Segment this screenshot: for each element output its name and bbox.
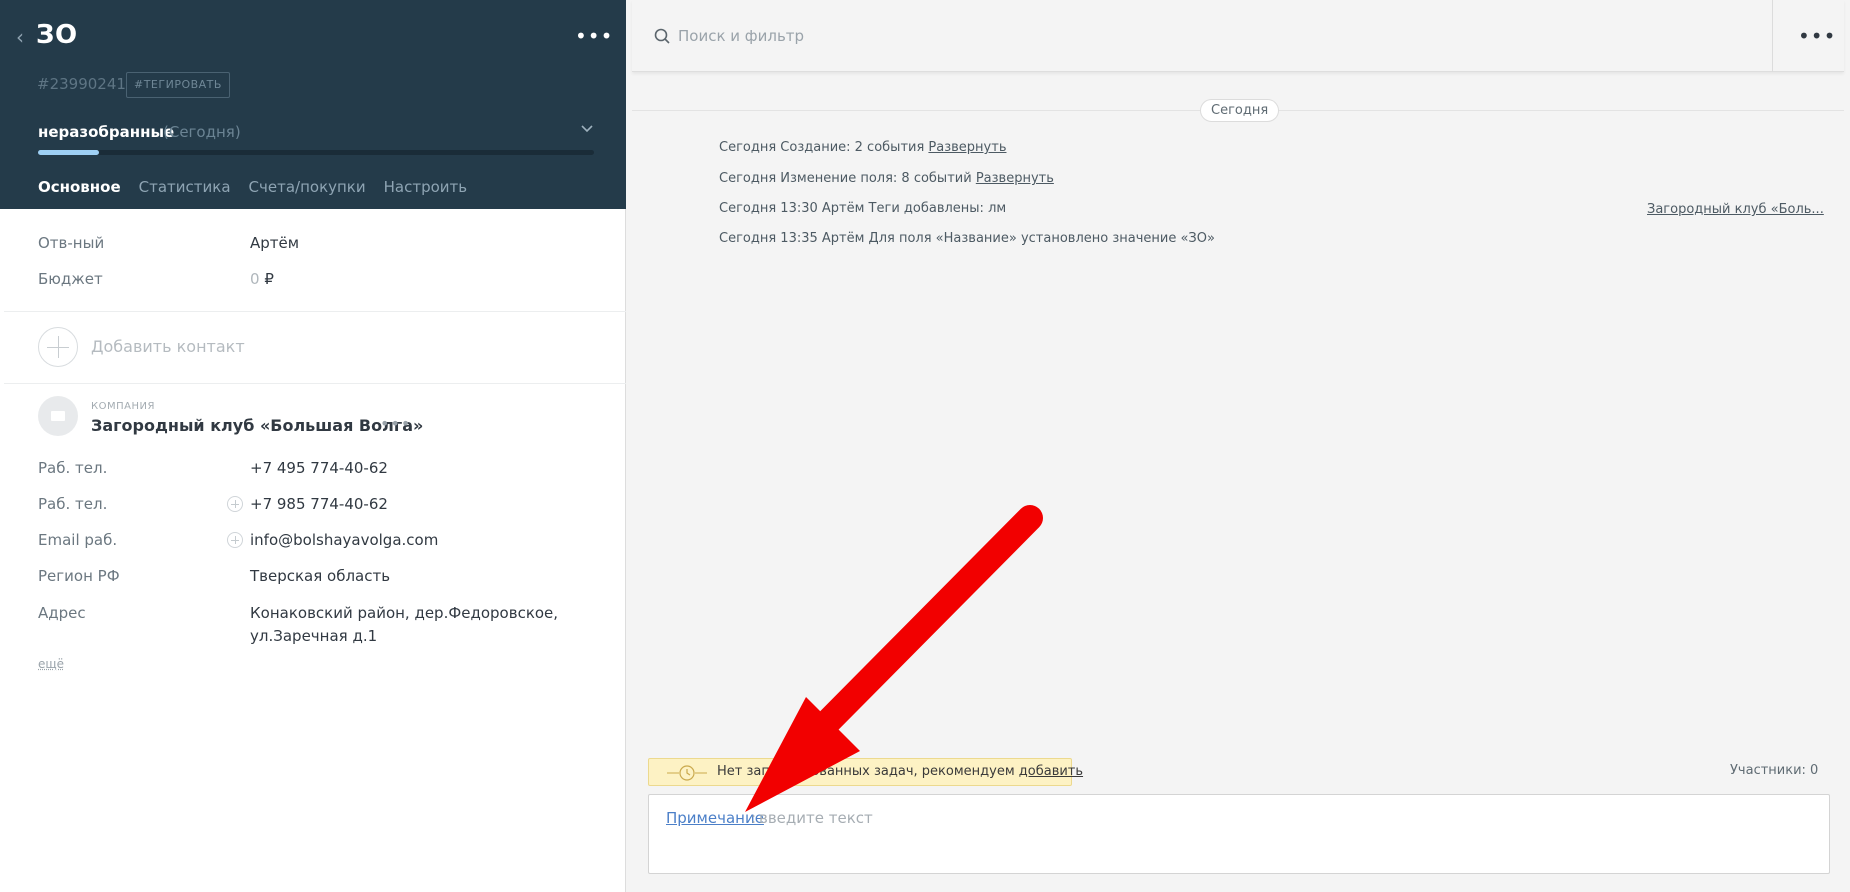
event-text: Сегодня Создание: 2 события [719, 140, 929, 155]
feed-event: Сегодня 13:30 Артём Теги добавлены: лм [719, 201, 1006, 216]
feed-panel: ••• Сегодня Сегодня Создание: 2 события … [632, 0, 1844, 892]
feed-menu-icon[interactable]: ••• [1798, 24, 1836, 48]
add-email-plus-icon[interactable] [227, 532, 243, 548]
note-input[interactable] [759, 807, 1809, 829]
tab-statistics[interactable]: Статистика [130, 174, 240, 214]
search-icon [654, 28, 670, 44]
field-label: Бюджет [38, 270, 103, 288]
no-tasks-notice: Нет запланированных задач, рекомендуем д… [648, 758, 1083, 786]
region-value[interactable]: Тверская область [250, 567, 390, 585]
lead-menu-icon[interactable]: ••• [575, 24, 613, 48]
notice-message: Нет запланированных задач, рекомендуем [717, 764, 1019, 779]
event-company-link[interactable]: Загородный клуб «Боль... [1647, 202, 1824, 217]
search-bar: ••• [632, 0, 1844, 72]
date-divider-label: Сегодня [1200, 99, 1280, 122]
status-date: (Сегодня) [163, 123, 241, 141]
expand-link[interactable]: Развернуть [928, 140, 1006, 155]
budget-value[interactable]: 0 ₽ [250, 270, 274, 288]
address-line-2[interactable]: ул.Заречная д.1 [250, 627, 377, 645]
divider [4, 383, 626, 384]
add-task-link[interactable]: добавить [1019, 764, 1083, 779]
feed-event: Сегодня 13:35 Артём Для поля «Название» … [719, 231, 1215, 246]
company-name[interactable]: Загородный клуб «Большая Волга» [91, 416, 423, 435]
address-line-1[interactable]: Конаковский район, дер.Федоровское, [250, 604, 558, 622]
field-label: Отв-ный [38, 234, 105, 252]
feed-event: Сегодня Изменение поля: 8 событий Развер… [719, 171, 1054, 186]
event-text: Сегодня 13:35 Артём Для поля «Название» … [719, 231, 1215, 246]
company-kind-label: КОМПАНИЯ [91, 401, 155, 412]
clock-icon [667, 765, 707, 781]
budget-amount: 0 [250, 270, 260, 288]
company-menu-icon[interactable]: ••• [380, 414, 411, 433]
participants-count[interactable]: Участники: 0 [1730, 763, 1818, 778]
field-label: Раб. тел. [38, 495, 108, 513]
pipeline-status[interactable]: неразобранные [38, 123, 174, 141]
budget-currency: ₽ [264, 270, 274, 288]
tab-settings[interactable]: Настроить [375, 174, 476, 214]
note-colon: : [751, 809, 757, 827]
lead-id: #23990241 [37, 75, 126, 93]
note-composer: Примечание : [648, 794, 1830, 874]
note-type-selector[interactable]: Примечание [666, 809, 764, 827]
pipeline-progress-bar [38, 150, 594, 155]
event-text: Сегодня Изменение поля: 8 событий [719, 171, 976, 186]
field-label: Адрес [38, 604, 86, 622]
add-contact-plus-icon[interactable] [38, 327, 78, 367]
company-briefcase-icon [38, 396, 78, 436]
feed-event: Сегодня Создание: 2 события Развернуть [719, 140, 1006, 155]
event-text: Сегодня 13:30 Артём Теги добавлены: лм [719, 201, 1007, 216]
lead-tabs: Основное Статистика Счета/покупки Настро… [29, 174, 476, 214]
more-fields-link[interactable]: ещё [38, 657, 64, 671]
divider [4, 311, 626, 312]
back-chevron-icon[interactable]: ‹ [16, 27, 28, 47]
field-label: Регион РФ [38, 567, 120, 585]
email-value[interactable]: info@bolshayavolga.com [250, 531, 438, 549]
tab-main[interactable]: Основное [29, 174, 130, 214]
expand-link[interactable]: Развернуть [976, 171, 1054, 186]
tab-invoices[interactable]: Счета/покупки [240, 174, 375, 214]
chevron-down-icon[interactable] [580, 122, 594, 136]
add-contact-button[interactable]: Добавить контакт [91, 337, 245, 356]
phone-1-value[interactable]: +7 495 774-40-62 [250, 459, 388, 477]
search-input[interactable] [678, 24, 1278, 48]
add-phone-plus-icon[interactable] [227, 496, 243, 512]
pipeline-progress-fill [38, 150, 100, 155]
lead-title[interactable]: ЗО [36, 20, 78, 50]
divider [1772, 0, 1773, 72]
phone-2-value[interactable]: +7 985 774-40-62 [250, 495, 388, 513]
lead-card-panel: ‹ ЗО ••• #23990241 #ТЕГИРОВАТЬ неразобра… [0, 0, 626, 892]
field-label: Раб. тел. [38, 459, 108, 477]
tag-button[interactable]: #ТЕГИРОВАТЬ [126, 72, 230, 98]
responsible-value[interactable]: Артём [250, 234, 299, 252]
field-label: Email раб. [38, 531, 118, 549]
no-tasks-text: Нет запланированных задач, рекомендуем д… [717, 764, 1083, 779]
lead-header: ‹ ЗО ••• #23990241 #ТЕГИРОВАТЬ неразобра… [0, 0, 626, 214]
